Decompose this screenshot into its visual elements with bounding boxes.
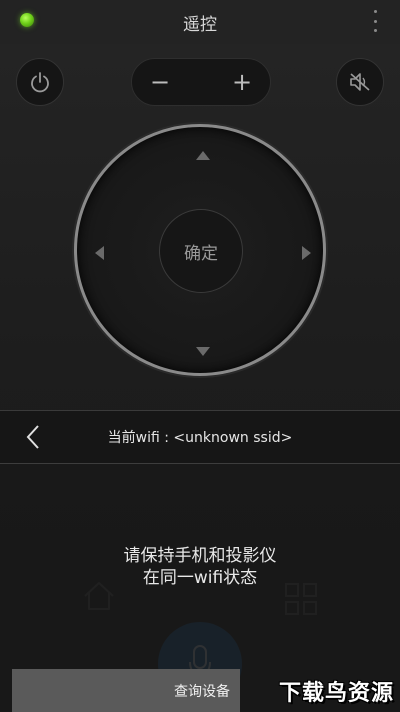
direction-pad: 确定 xyxy=(74,124,326,376)
app-header: 遥控 xyxy=(0,0,400,44)
dialog-header: 当前wifi : <unknown ssid> xyxy=(0,411,400,464)
hint-line-1: 请保持手机和投影仪 xyxy=(123,546,277,566)
more-options-icon[interactable] xyxy=(372,10,378,32)
query-devices-button[interactable]: 查询设备 xyxy=(12,669,240,712)
connection-hint: 请保持手机和投影仪 在同一wifi状态 xyxy=(0,545,400,589)
volume-mute-icon xyxy=(350,73,370,91)
watermark-logo: 下载鸟资源 xyxy=(278,681,394,706)
power-button[interactable] xyxy=(16,58,64,106)
arrow-up-icon[interactable] xyxy=(196,151,210,160)
current-wifi-label: 当前wifi : <unknown ssid> xyxy=(107,430,293,446)
arrow-right-icon[interactable] xyxy=(302,246,311,260)
volume-down-button[interactable]: − xyxy=(140,67,180,97)
arrow-down-icon[interactable] xyxy=(196,347,210,356)
volume-control: − + xyxy=(131,58,271,106)
arrow-left-icon[interactable] xyxy=(95,246,104,260)
mute-button[interactable] xyxy=(336,58,384,106)
wifi-dialog: 当前wifi : <unknown ssid> 请保持手机和投影仪 在同一wif… xyxy=(0,410,400,712)
page-title: 遥控 xyxy=(183,15,217,35)
ok-button[interactable]: 确定 xyxy=(159,209,243,293)
hint-line-2: 在同一wifi状态 xyxy=(142,568,258,588)
power-icon xyxy=(31,72,49,93)
volume-up-button[interactable]: + xyxy=(222,67,262,97)
